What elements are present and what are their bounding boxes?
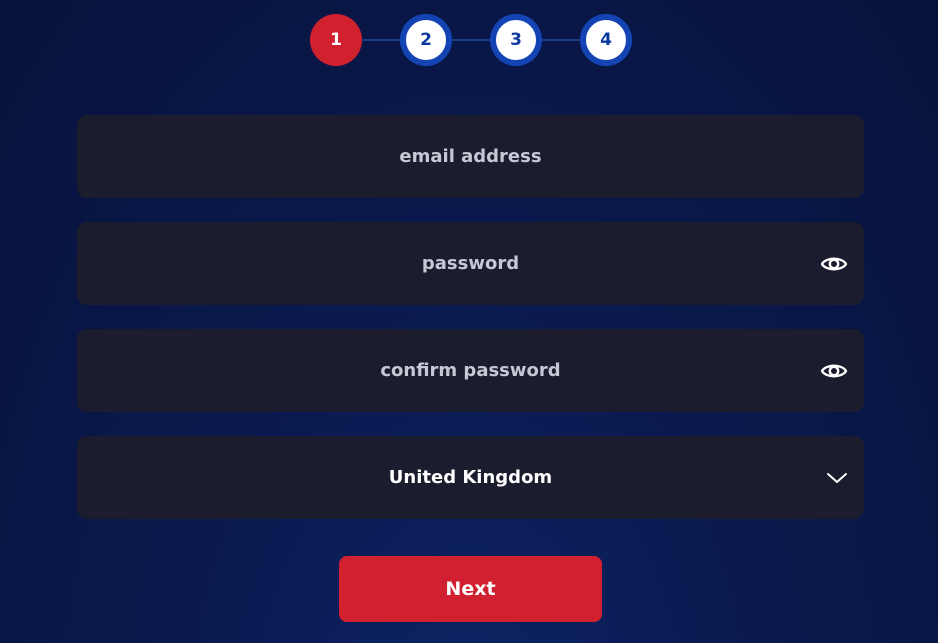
country-select[interactable]: United Kingdom bbox=[77, 436, 864, 519]
step-4[interactable]: 4 bbox=[580, 14, 632, 66]
chevron-down-icon bbox=[827, 472, 847, 483]
confirm-password-input[interactable] bbox=[170, 360, 771, 381]
eye-icon[interactable] bbox=[820, 361, 848, 381]
password-input[interactable] bbox=[170, 253, 771, 274]
confirm-password-field-container bbox=[77, 329, 864, 412]
step-2[interactable]: 2 bbox=[400, 14, 452, 66]
step-connector-line bbox=[336, 39, 606, 41]
step-indicator: 1 2 3 4 bbox=[310, 14, 632, 66]
next-button[interactable]: Next bbox=[339, 556, 602, 622]
email-field-container bbox=[77, 115, 864, 198]
country-select-value: United Kingdom bbox=[388, 467, 553, 488]
email-input[interactable] bbox=[170, 146, 771, 167]
eye-icon[interactable] bbox=[820, 254, 848, 274]
step-1[interactable]: 1 bbox=[310, 14, 362, 66]
password-field-container bbox=[77, 222, 864, 305]
step-3[interactable]: 3 bbox=[490, 14, 542, 66]
